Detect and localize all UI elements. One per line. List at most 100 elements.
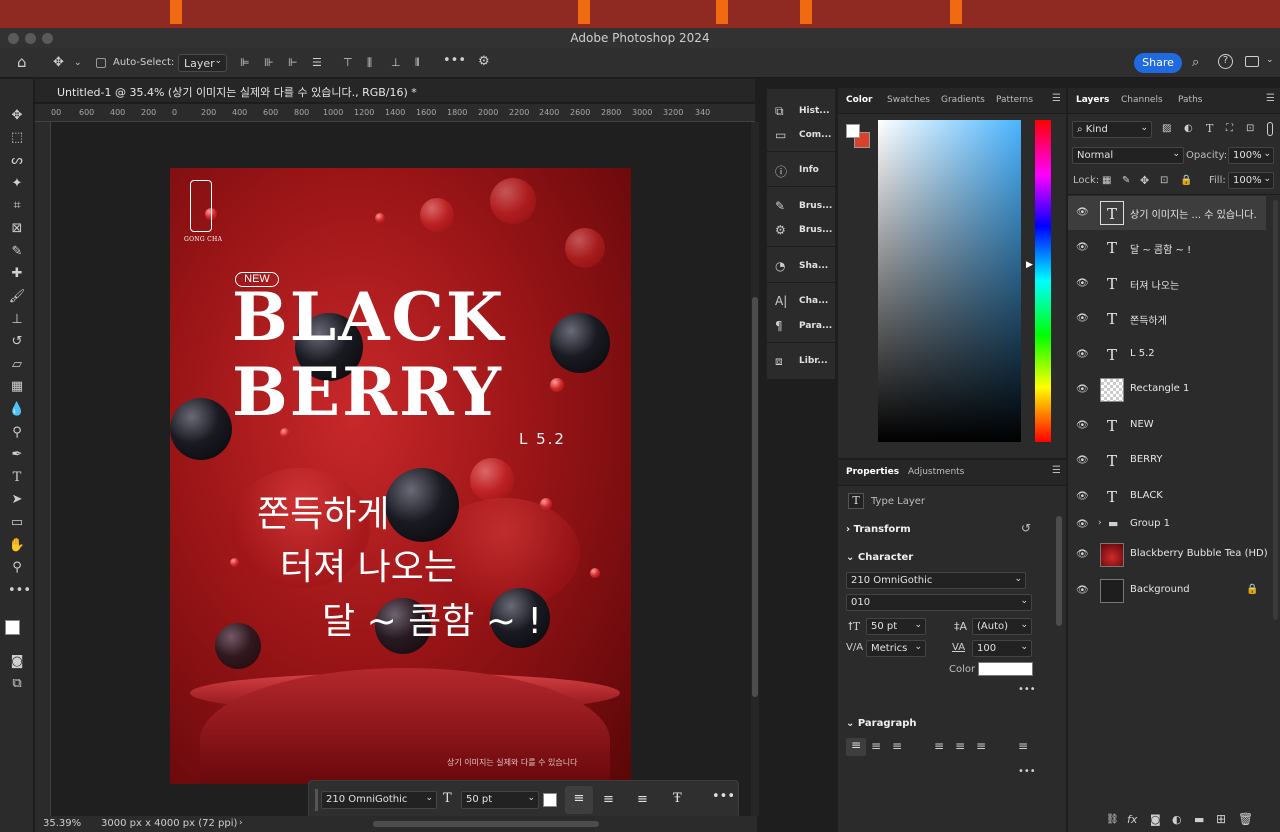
align-vertical-centers-icon[interactable]: ⫼ bbox=[367, 56, 372, 70]
marquee-tool-icon[interactable]: ⬚ bbox=[8, 129, 26, 147]
delete-layer-icon[interactable]: 🗑 bbox=[1238, 812, 1253, 826]
move-tool-icon[interactable]: ✥ bbox=[53, 55, 64, 70]
character-panel-button[interactable]: A| Cha... bbox=[767, 291, 837, 313]
more-options-icon[interactable]: ••• bbox=[1018, 766, 1036, 777]
lock-transparent-icon[interactable]: ▦ bbox=[1102, 175, 1111, 186]
zoom-tool-icon[interactable]: ⚲ bbox=[8, 559, 26, 577]
blur-tool-icon[interactable]: 💧 bbox=[8, 401, 26, 419]
foreground-color-swatch[interactable] bbox=[5, 620, 20, 635]
visibility-eye-icon[interactable]: 👁 bbox=[1076, 313, 1089, 324]
character-section[interactable]: ⌄ Character bbox=[846, 552, 913, 563]
text-color-swatch[interactable] bbox=[543, 793, 557, 807]
add-mask-icon[interactable]: ◙ bbox=[1150, 813, 1161, 826]
font-size-field[interactable]: 50 pt ⌄ bbox=[866, 618, 926, 635]
eyedropper-icon[interactable]: ✎ bbox=[8, 243, 26, 261]
tab-channels[interactable]: Channels bbox=[1121, 95, 1163, 105]
type-filter-icon[interactable]: T bbox=[1206, 122, 1213, 135]
share-button[interactable]: Share bbox=[1134, 53, 1182, 73]
lock-image-icon[interactable]: ✎ bbox=[1122, 175, 1130, 186]
transform-section[interactable]: › Transform bbox=[846, 524, 911, 535]
more-tools-icon[interactable]: ••• bbox=[8, 582, 31, 600]
layer-row[interactable]: 👁 T 달 ~ 콤함 ~ ! bbox=[1068, 231, 1266, 265]
chevron-right-icon[interactable]: › bbox=[1098, 518, 1102, 528]
screen-mode-icon[interactable]: ⧉ bbox=[8, 675, 26, 693]
pen-tool-icon[interactable]: ✒ bbox=[8, 446, 26, 464]
layer-row[interactable]: 👁 Rectangle 1 bbox=[1068, 373, 1266, 407]
more-options-icon[interactable]: ••• bbox=[443, 53, 466, 68]
workspace-icon[interactable] bbox=[1245, 56, 1259, 67]
align-center-icon[interactable]: ≡ bbox=[871, 739, 881, 753]
eraser-tool-icon[interactable]: ▱ bbox=[8, 356, 26, 374]
align-right-icon[interactable]: ≡ bbox=[637, 792, 648, 807]
tab-color[interactable]: Color bbox=[846, 95, 873, 105]
kerning-field[interactable]: Metrics ⌄ bbox=[866, 640, 926, 657]
align-bottom-edges-icon[interactable]: ⊥ bbox=[391, 56, 401, 69]
visibility-eye-icon[interactable]: 👁 bbox=[1076, 384, 1089, 395]
shape-filter-icon[interactable]: ⛶ bbox=[1226, 123, 1233, 134]
visibility-eye-icon[interactable]: 👁 bbox=[1076, 585, 1089, 596]
visibility-eye-icon[interactable]: 👁 bbox=[1076, 420, 1089, 431]
panel-menu-icon[interactable]: ☰ bbox=[1052, 93, 1061, 104]
history-brush-icon[interactable]: ↺ bbox=[8, 333, 26, 351]
visibility-eye-icon[interactable]: 👁 bbox=[1076, 519, 1089, 530]
align-center-icon[interactable]: ≡ bbox=[603, 792, 614, 807]
font-family-select[interactable]: 210 OmniGothic ⌄ bbox=[846, 572, 1026, 589]
help-icon[interactable]: ? bbox=[1218, 54, 1233, 69]
visibility-eye-icon[interactable]: 👁 bbox=[1076, 242, 1089, 253]
visibility-eye-icon[interactable]: 👁 bbox=[1076, 549, 1089, 560]
comments-panel-button[interactable]: ▭ Com... bbox=[767, 125, 837, 147]
healing-brush-icon[interactable]: ✚ bbox=[8, 265, 26, 283]
pixel-filter-icon[interactable]: ▨ bbox=[1162, 123, 1171, 134]
hue-slider[interactable] bbox=[1035, 120, 1051, 442]
align-right-edges-icon[interactable]: ⊩ bbox=[288, 56, 298, 69]
smart-object-filter-icon[interactable]: ⊡ bbox=[1246, 123, 1254, 134]
justify-all-icon[interactable]: ≡ bbox=[1018, 739, 1028, 753]
align-left-edges-icon[interactable]: ⊫ bbox=[240, 56, 250, 69]
link-layers-icon[interactable]: ⛓ bbox=[1106, 814, 1119, 825]
font-family-select[interactable]: 210 OmniGothic ⌄ bbox=[321, 791, 437, 809]
info-panel-button[interactable]: ⓘ Info bbox=[767, 160, 837, 182]
text-color-swatch[interactable] bbox=[978, 662, 1033, 676]
visibility-eye-icon[interactable]: 👁 bbox=[1076, 278, 1089, 289]
layer-row[interactable]: 👁 T L 5.2 bbox=[1068, 338, 1266, 372]
layer-row[interactable]: 👁 › ▬ Group 1 bbox=[1068, 512, 1266, 538]
fill-field[interactable]: 100% ⌄ bbox=[1228, 172, 1274, 189]
layer-row[interactable]: 👁 T NEW bbox=[1068, 409, 1266, 443]
chevron-down-icon[interactable]: ⌄ bbox=[74, 58, 82, 68]
tracking-field[interactable]: 100 ⌄ bbox=[972, 640, 1032, 657]
font-style-select[interactable]: 010 ⌄ bbox=[846, 594, 1032, 611]
paragraph-panel-button[interactable]: ¶ Para... bbox=[767, 316, 837, 338]
document-tab[interactable]: Untitled-1 @ 35.4% (상기 이미지는 실제와 다를 수 있습니… bbox=[35, 79, 755, 103]
reset-transform-icon[interactable]: ↺ bbox=[1021, 521, 1031, 535]
adjustment-layer-icon[interactable]: ◐ bbox=[1172, 813, 1182, 826]
layer-style-icon[interactable]: fx bbox=[1127, 813, 1137, 826]
align-horizontal-centers-icon[interactable]: ⊪ bbox=[264, 56, 274, 69]
tab-paths[interactable]: Paths bbox=[1178, 95, 1202, 105]
type-tool-icon[interactable]: T bbox=[8, 469, 26, 487]
zoom-level[interactable]: 35.39% bbox=[43, 818, 81, 829]
tab-layers[interactable]: Layers bbox=[1076, 95, 1109, 105]
layer-row[interactable]: 👁 T 상기 이미지는 ... 수 있습니다. bbox=[1068, 196, 1266, 230]
headline-black[interactable]: BLACK bbox=[232, 278, 505, 356]
panel-menu-icon[interactable]: ☰ bbox=[1052, 465, 1061, 476]
shapes-panel-button[interactable]: ◔ Sha... bbox=[767, 256, 837, 278]
history-panel-button[interactable]: ⧉ Hist... bbox=[767, 101, 837, 123]
more-options-icon[interactable]: ••• bbox=[1018, 684, 1036, 695]
scrollbar-thumb[interactable] bbox=[752, 297, 758, 697]
disclaimer-text[interactable]: 상기 이미지는 실제와 다를 수 있습니다 bbox=[447, 757, 577, 768]
visibility-eye-icon[interactable]: 👁 bbox=[1076, 207, 1089, 218]
brush-settings-panel-button[interactable]: ⚙ Brus... bbox=[767, 220, 837, 242]
lock-artboard-icon[interactable]: ⊡ bbox=[1160, 175, 1168, 186]
layer-filter-select[interactable]: ⌕ Kind ⌄ bbox=[1072, 121, 1152, 138]
tab-adjustments[interactable]: Adjustments bbox=[908, 467, 964, 477]
layer-row[interactable]: 👁 T BLACK bbox=[1068, 480, 1266, 514]
align-top-edges-icon[interactable]: ⊤ bbox=[343, 56, 353, 69]
hand-tool-icon[interactable]: ✋ bbox=[8, 537, 26, 555]
lasso-tool-icon[interactable]: ᔕ bbox=[8, 152, 26, 170]
visibility-eye-icon[interactable]: 👁 bbox=[1076, 455, 1089, 466]
justify-last-center-icon[interactable]: ≡ bbox=[955, 739, 965, 753]
stamp-tool-icon[interactable]: ⊥ bbox=[8, 311, 26, 329]
korean-line-1[interactable]: 쫀득하게 bbox=[257, 485, 389, 537]
frame-tool-icon[interactable]: ⊠ bbox=[8, 220, 26, 238]
horizontal-scrollbar[interactable] bbox=[373, 821, 599, 827]
